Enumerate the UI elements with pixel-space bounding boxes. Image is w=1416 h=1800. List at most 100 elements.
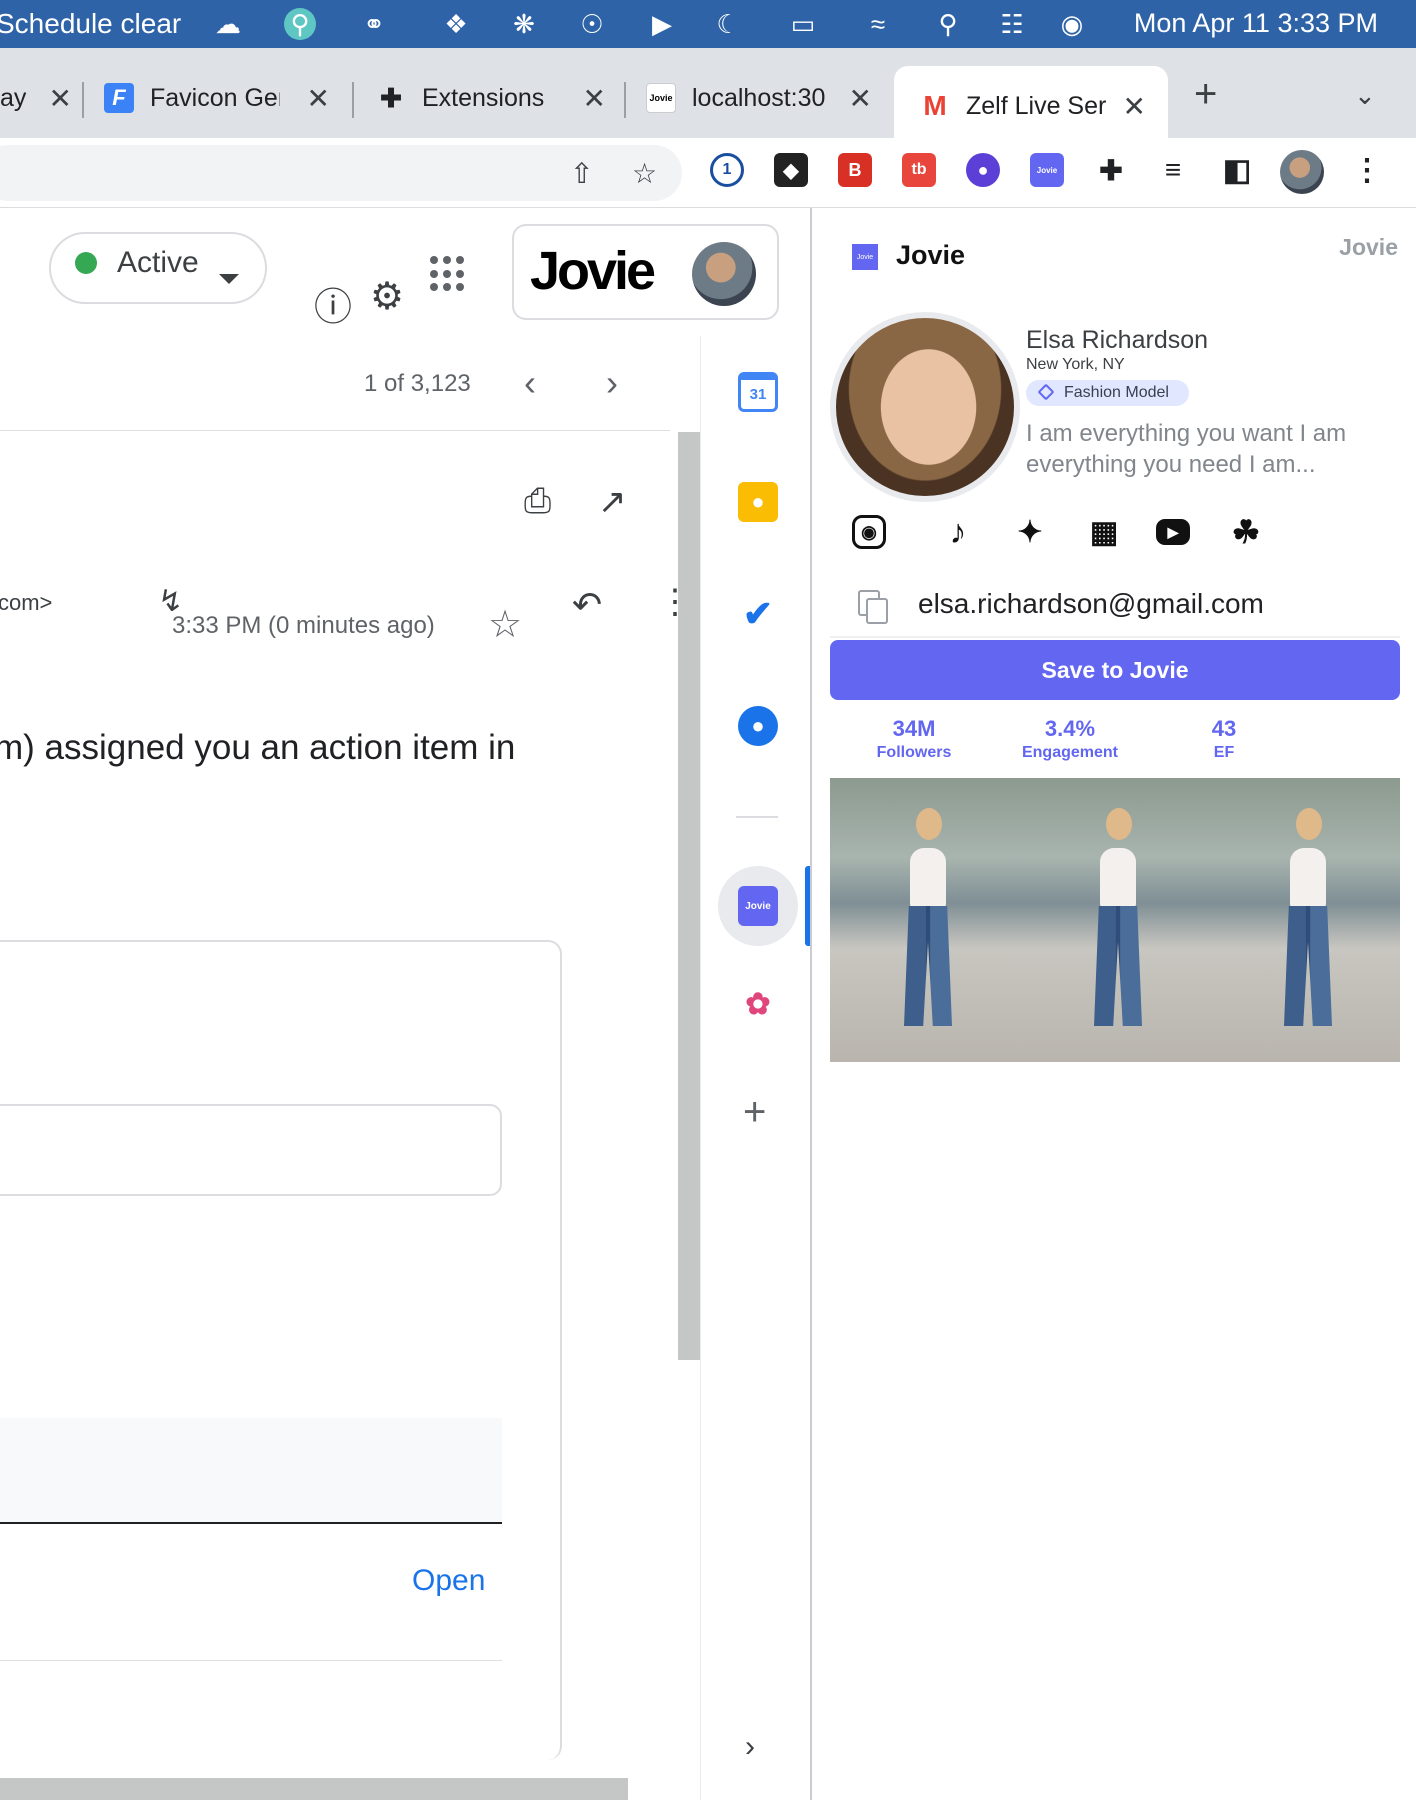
save-to-jovie-button[interactable]: Save to Jovie [830, 640, 1400, 700]
horizontal-scrollbar[interactable] [0, 1778, 628, 1800]
gallery-photo[interactable] [830, 778, 1020, 1062]
tiktok-icon[interactable]: ♪ [938, 512, 978, 552]
instagram-icon[interactable]: ◉ [852, 515, 886, 549]
moon-icon[interactable]: ☾ [712, 8, 744, 40]
status-selector[interactable]: Active [49, 232, 267, 304]
panel-title: Jovie [896, 240, 966, 270]
star-icon[interactable]: ☆ [488, 602, 522, 647]
message-text: m) assigned you an action item in [0, 728, 516, 767]
gmail-icon: M [923, 90, 947, 121]
message-pager: 1 of 3,123 ‹ › [0, 336, 670, 431]
jovie-brand-icon: Jovie [852, 244, 878, 270]
control-center-icon[interactable]: ☷ [996, 8, 1028, 40]
copy-icon[interactable] [858, 590, 888, 624]
youtube-icon[interactable]: ▶ [1156, 519, 1190, 545]
colorful-addon-icon[interactable]: ✿ [738, 984, 778, 1024]
document-extension-icon[interactable]: B [838, 153, 872, 187]
creative-cloud-icon[interactable]: ⚭ [358, 8, 390, 40]
play-icon[interactable]: ▶ [646, 8, 678, 40]
account-avatar [692, 242, 756, 306]
close-icon[interactable]: ✕ [849, 82, 872, 115]
category-tag[interactable]: Fashion Model [1026, 380, 1189, 406]
settings-gear-icon[interactable]: ⚙ [370, 274, 404, 319]
calendar-icon[interactable]: 31 [738, 372, 778, 412]
keep-icon[interactable]: ● [738, 482, 778, 522]
profile-avatar-icon[interactable] [1280, 150, 1324, 194]
profile-photo [830, 312, 1020, 502]
print-icon[interactable]: ⎙ [524, 482, 551, 521]
wifi-icon[interactable]: ≈ [862, 8, 894, 40]
gallery-photo[interactable] [1210, 778, 1400, 1062]
tb-extension-icon[interactable]: tb [902, 153, 936, 187]
browser-tab-strip: ay ✕ F Favicon Gen ✕ ✚ Extensions ✕ Jovi… [0, 48, 1416, 146]
contacts-icon[interactable]: ● [738, 706, 778, 746]
profile-name: Elsa Richardson [1026, 326, 1209, 354]
stat-ef: 43 EF [1211, 716, 1237, 761]
jovie-rail-icon[interactable]: Jovie [738, 886, 778, 926]
add-addon-icon[interactable]: + [743, 1090, 766, 1135]
tasks-icon[interactable]: ✔ [738, 593, 778, 634]
message-embedded-panel [0, 1418, 502, 1524]
jovie-logo: Jovie [530, 241, 656, 301]
bookmark-star-icon[interactable]: ☆ [632, 157, 657, 190]
profile-email-row: elsa.richardson@gmail.com [830, 572, 1400, 638]
tab-partial[interactable]: ay ✕ [0, 64, 76, 132]
close-icon[interactable]: ✕ [583, 82, 606, 115]
password-manager-icon[interactable]: ☉ [576, 8, 608, 40]
tab-search-chevron-icon[interactable]: ⌄ [1354, 80, 1376, 111]
tab-localhost[interactable]: Jovie localhost:30 ✕ [646, 64, 882, 132]
previous-message-icon[interactable]: ‹ [524, 362, 536, 404]
new-tab-button[interactable]: + [1194, 72, 1217, 117]
snapchat-icon[interactable]: ☘ [1226, 512, 1266, 552]
pager-count: 1 of 3,123 [364, 370, 471, 397]
layers-extension-icon[interactable]: ◆ [774, 153, 808, 187]
dropbox-icon[interactable]: ❖ [440, 8, 472, 40]
browser-toolbar: ⇧ ☆ 1 ◆ B tb ● Jovie ✚ ≡ ◧ ⋮ [0, 138, 1416, 208]
search-app-icon[interactable]: ⚲ [284, 8, 316, 40]
extensions-puzzle-icon[interactable]: ✚ [1094, 153, 1128, 187]
address-bar[interactable]: ⇧ ☆ [0, 145, 682, 201]
jovie-extension-icon[interactable]: Jovie [1030, 153, 1064, 187]
status-dot [75, 252, 97, 274]
snowflake-icon[interactable]: ❋ [508, 8, 540, 40]
open-in-new-window-icon[interactable]: ↗ [598, 482, 627, 522]
next-message-icon[interactable]: › [606, 362, 618, 404]
close-icon[interactable]: ✕ [49, 82, 72, 115]
reading-list-icon[interactable]: ≡ [1156, 153, 1190, 187]
siri-icon[interactable]: ◉ [1056, 8, 1088, 40]
vertical-scrollbar[interactable] [678, 432, 700, 1360]
tab-favicon-generator[interactable]: F Favicon Gen ✕ [104, 64, 340, 132]
menubar-app-title[interactable]: Schedule clear [0, 8, 181, 40]
caret-down-icon [219, 274, 239, 284]
docker-icon[interactable]: ☁ [212, 8, 244, 40]
google-apps-icon[interactable] [430, 256, 466, 292]
message-card [0, 940, 562, 1760]
password-manager-extension-icon[interactable]: 1 [710, 153, 744, 187]
help-icon[interactable]: ⓘ [314, 276, 352, 331]
puzzle-icon: ✚ [380, 82, 402, 113]
reply-icon[interactable]: ↶ [572, 584, 602, 626]
profile-email[interactable]: elsa.richardson@gmail.com [918, 588, 1264, 620]
more-menu-icon[interactable]: ⋮ [1350, 153, 1384, 187]
close-icon[interactable]: ✕ [307, 82, 330, 115]
tab-zelf-live-active[interactable]: M Zelf Live Ser ✕ [894, 66, 1168, 146]
menubar-clock[interactable]: Mon Apr 11 3:33 PM [1134, 8, 1378, 39]
battery-icon[interactable]: ▭ [778, 8, 828, 40]
media-gallery [830, 778, 1400, 1062]
open-link[interactable]: Open [412, 1564, 485, 1598]
side-panel-icon[interactable]: ◧ [1220, 153, 1254, 187]
spotlight-search-icon[interactable]: ⚲ [932, 8, 964, 40]
message-embedded-field[interactable] [0, 1104, 502, 1196]
chat-extension-icon[interactable]: ● [966, 153, 1000, 187]
tab-extensions[interactable]: ✚ Extensions ✕ [376, 64, 616, 132]
tab-separator [624, 82, 626, 118]
twitch-icon[interactable]: ▦ [1084, 512, 1124, 552]
share-icon[interactable]: ⇧ [570, 157, 593, 190]
twitter-icon[interactable]: ✦ [1010, 512, 1050, 552]
expand-panel-chevron-icon[interactable]: › [745, 1730, 755, 1764]
gallery-photo[interactable] [1020, 778, 1210, 1062]
jovie-side-panel: Jovie Jovie Jovie Elsa Richardson New Yo… [810, 208, 1416, 1800]
account-switcher[interactable]: Jovie [512, 224, 779, 320]
close-icon[interactable]: ✕ [1123, 90, 1146, 123]
message-time: 3:33 PM (0 minutes ago) [172, 612, 435, 639]
